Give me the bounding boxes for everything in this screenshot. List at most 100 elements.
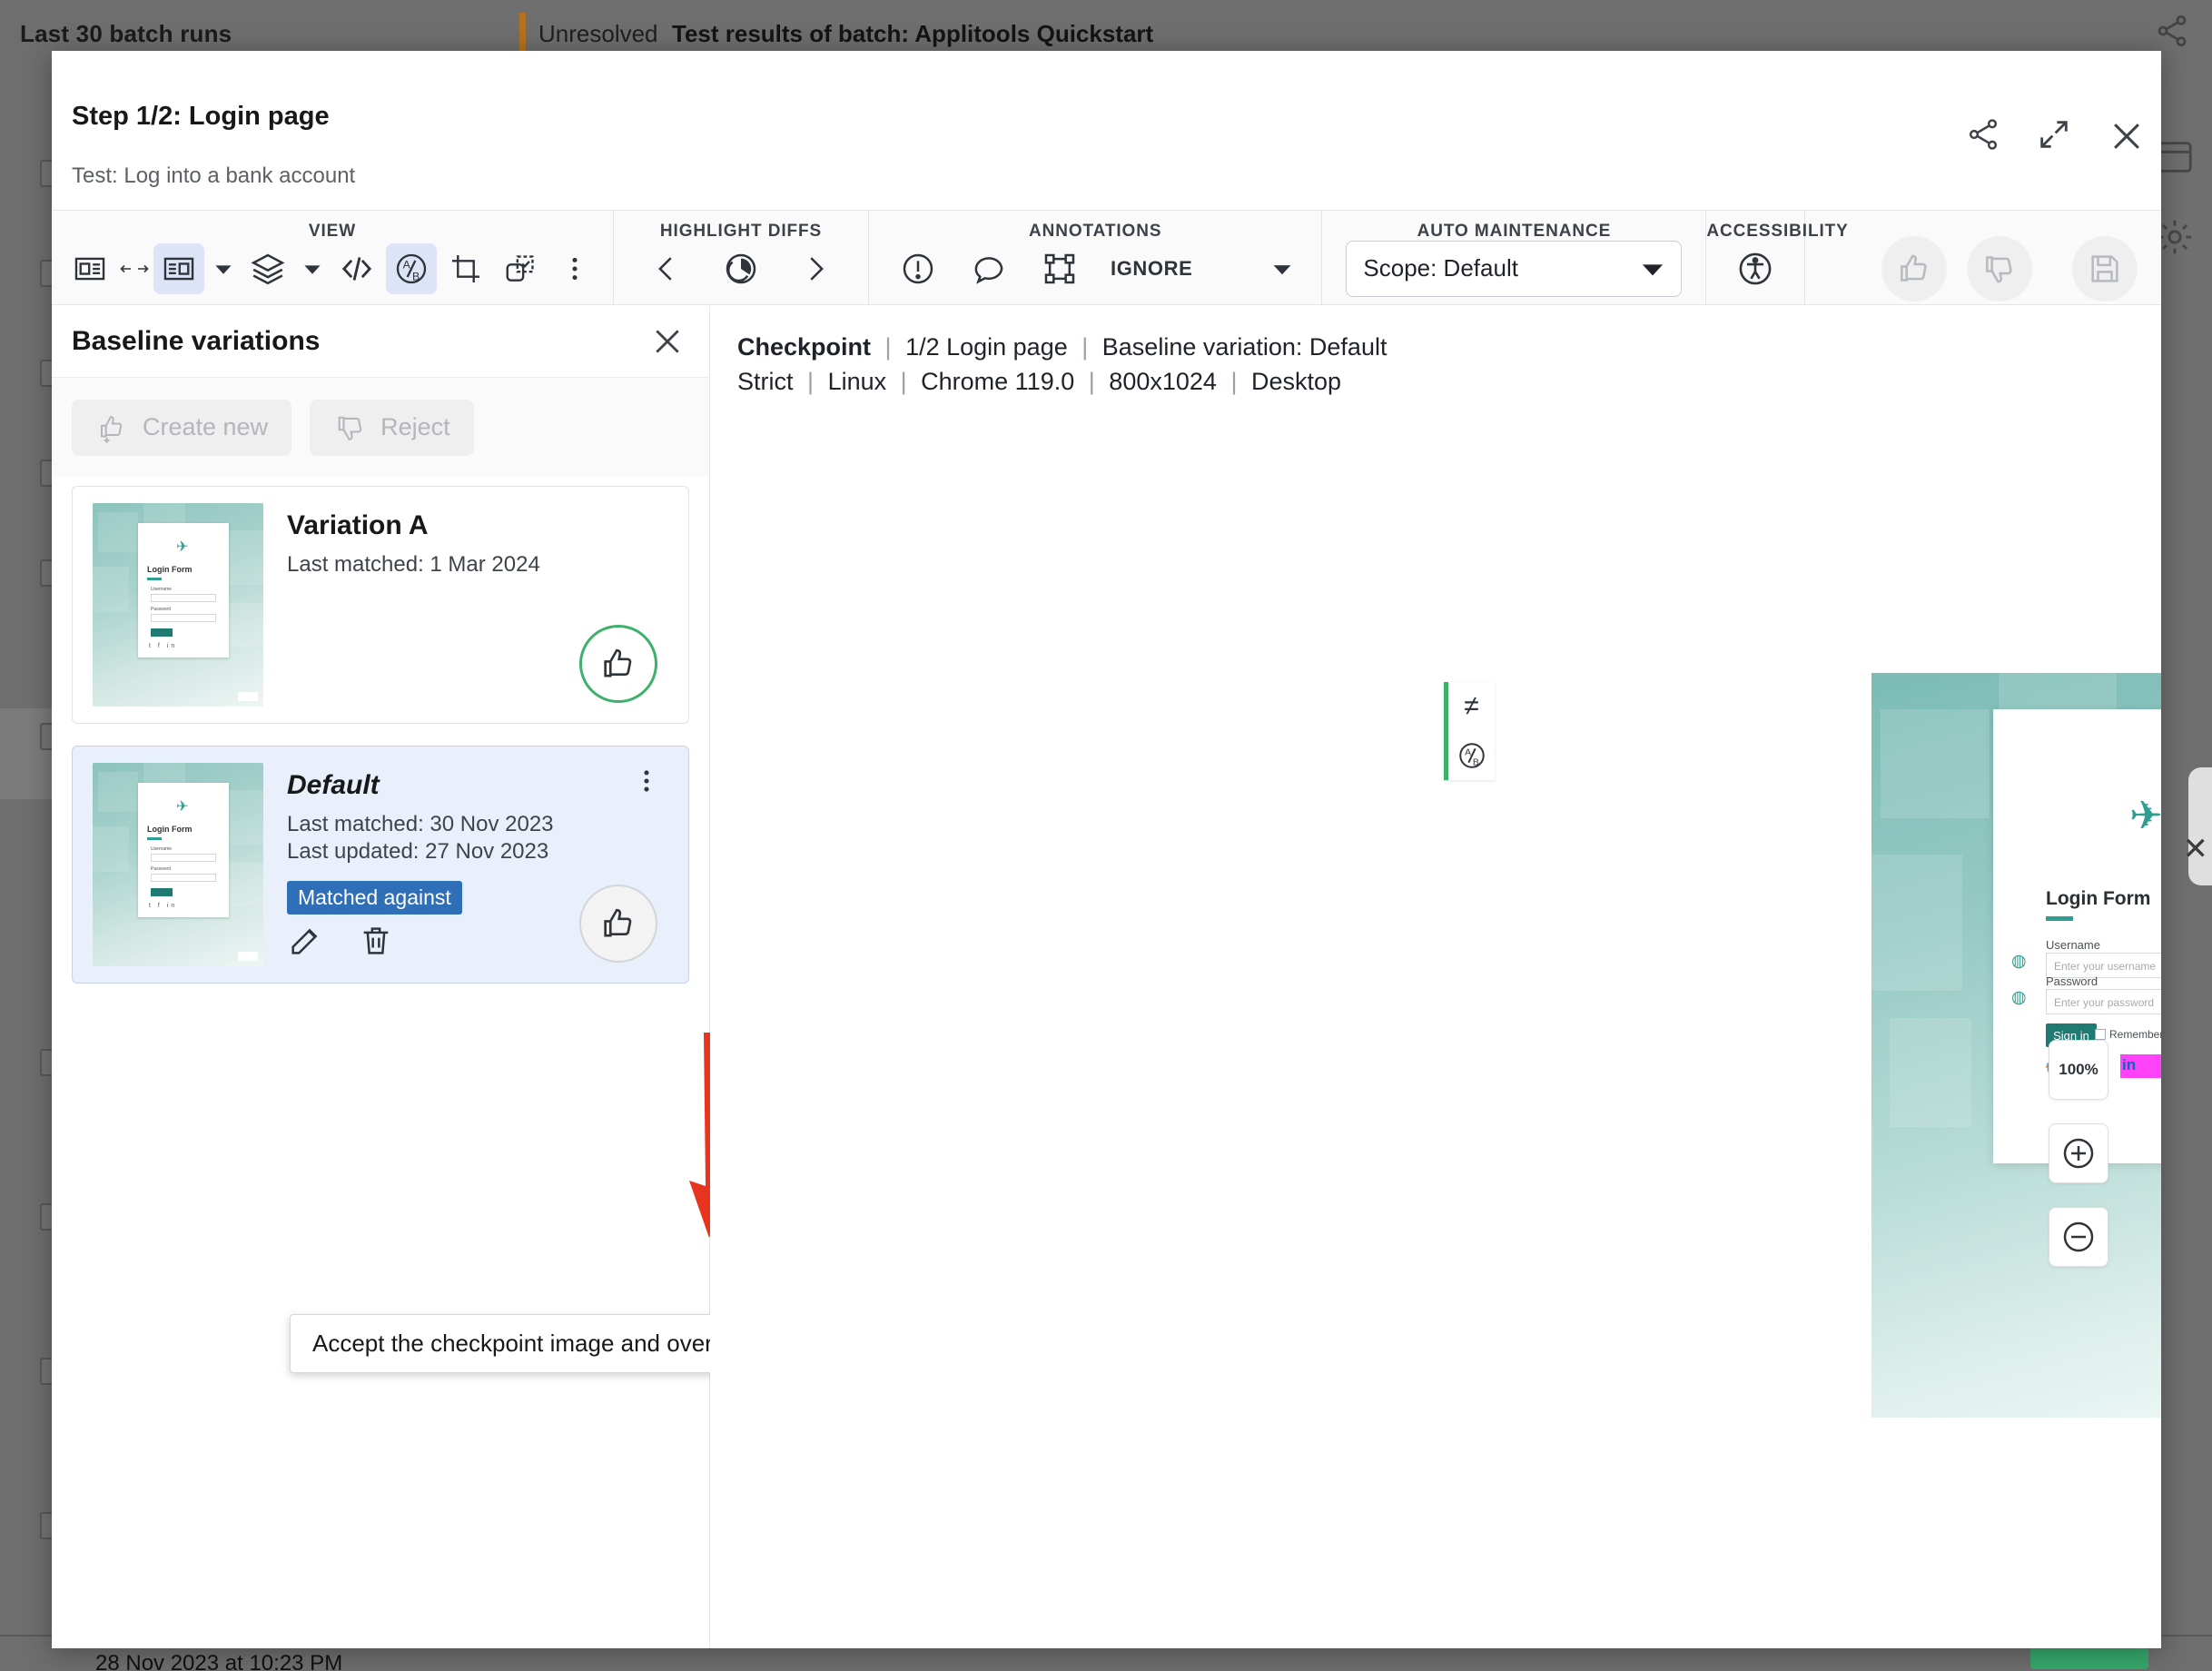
modal-body: Baseline variations Create new bbox=[52, 306, 2161, 1648]
checkpoint-breadcrumb: Checkpoint | 1/2 Login page | Baseline v… bbox=[710, 306, 2161, 400]
toolbar-group-auto-maintenance-label: AUTO MAINTENANCE bbox=[1322, 222, 1705, 242]
thumbs-down-icon[interactable] bbox=[1967, 236, 2032, 302]
brand-logo-icon: ✈ bbox=[176, 538, 188, 556]
baseline-variation-list: ✈ Login Form Username Password t f in bbox=[52, 477, 709, 984]
image-toolbar: VIEW bbox=[52, 210, 2161, 305]
side-by-side-compare-icon[interactable] bbox=[64, 243, 115, 294]
right-drawer-handle[interactable] bbox=[2188, 767, 2212, 885]
breadcrumb-separator: | bbox=[885, 333, 892, 361]
diff-indicator-badge[interactable]: ≠ A B bbox=[1444, 682, 1495, 780]
share-icon[interactable] bbox=[2154, 13, 2190, 49]
checkpoint-breadcrumb-line2: Strict | Linux | Chrome 119.0 | 800x1024… bbox=[737, 364, 2161, 399]
chevron-right-icon[interactable] bbox=[790, 243, 841, 294]
exclamation-circle-icon[interactable] bbox=[893, 243, 943, 294]
sidebar-action-bar: Create new Reject bbox=[52, 377, 709, 477]
edit-pencil-icon[interactable] bbox=[287, 923, 323, 959]
fit-to-screen-label: 100% bbox=[2059, 1061, 2098, 1079]
toolbar-group-annotations-label: ANNOTATIONS bbox=[869, 222, 1321, 242]
breadcrumb-separator: | bbox=[1230, 368, 1237, 395]
batch-results-name: Applitools Quickstart bbox=[914, 20, 1153, 47]
checkpoint-breadcrumb-line1: Checkpoint | 1/2 Login page | Baseline v… bbox=[737, 330, 2161, 364]
accept-variation-button[interactable] bbox=[579, 625, 657, 703]
ab-compare-icon[interactable]: A B bbox=[386, 243, 437, 294]
variation-card[interactable]: ✈ Login Form Username Password t f in bbox=[72, 486, 689, 724]
create-new-variation-button[interactable]: Create new bbox=[72, 400, 291, 456]
toolbar-group-view: VIEW bbox=[52, 211, 614, 304]
remember-me-label: Remember Me bbox=[2109, 1028, 2161, 1041]
save-icon[interactable] bbox=[2072, 236, 2138, 302]
variation-info: Variation A Last matched: 1 Mar 2024 bbox=[263, 487, 688, 723]
diff-cycle-icon[interactable] bbox=[716, 243, 766, 294]
dom-code-icon[interactable] bbox=[331, 243, 382, 294]
variation-more-options-icon[interactable] bbox=[632, 766, 661, 796]
checkpoint-baseline-variation: Baseline variation: Default bbox=[1102, 333, 1387, 361]
thumbs-up-icon[interactable] bbox=[1881, 236, 1947, 302]
viewport-size: 800x1024 bbox=[1109, 368, 1217, 395]
reject-variation-button[interactable]: Reject bbox=[310, 400, 474, 456]
swap-direction-icon bbox=[119, 257, 150, 281]
toolbar-group-accessibility: ACCESSIBILITY bbox=[1706, 211, 1805, 304]
toolbar-right-actions bbox=[1849, 232, 2161, 304]
unresolved-status-label: Unresolved bbox=[538, 20, 658, 48]
variation-thumbnail: ✈ Login Form Username Password t f in bbox=[93, 503, 263, 707]
more-options-icon[interactable] bbox=[549, 243, 600, 294]
linkedin-icon[interactable]: in bbox=[2122, 1056, 2136, 1074]
close-icon[interactable] bbox=[2107, 116, 2143, 153]
user-circle-icon: ◍ bbox=[2011, 951, 2027, 972]
unresolved-status-bar bbox=[519, 13, 526, 51]
toolbar-group-annotations: ANNOTATIONS bbox=[869, 211, 1322, 304]
close-icon[interactable] bbox=[649, 323, 686, 360]
single-image-view-icon[interactable] bbox=[153, 243, 204, 294]
sidebar-header: Baseline variations bbox=[52, 306, 709, 377]
accessibility-icon[interactable] bbox=[1730, 243, 1781, 294]
mini-login-title: Login Form bbox=[147, 565, 193, 574]
breadcrumb-separator: | bbox=[1081, 333, 1088, 361]
svg-text:B: B bbox=[412, 270, 420, 282]
password-input[interactable]: Enter your password bbox=[2046, 989, 2161, 1014]
share-icon[interactable] bbox=[1965, 116, 2001, 153]
layers-caret-icon[interactable] bbox=[297, 243, 328, 294]
comment-bubble-icon[interactable] bbox=[963, 243, 1014, 294]
region-select-icon[interactable] bbox=[495, 243, 546, 294]
variation-last-matched: Last matched: 30 Nov 2023 bbox=[287, 812, 688, 837]
delete-trash-icon[interactable] bbox=[358, 923, 394, 959]
right-drawer-close-icon[interactable]: ✕ bbox=[2183, 831, 2209, 867]
remember-me-checkbox[interactable] bbox=[2095, 1029, 2106, 1040]
zoom-in-button[interactable] bbox=[2049, 1123, 2108, 1183]
match-level: Strict bbox=[737, 368, 794, 395]
ignore-annotation-label: IGNORE bbox=[1111, 257, 1192, 281]
variation-thumbnail-login-card: ✈ Login Form Username Password t f in bbox=[138, 783, 229, 917]
toolbar-group-auto-maintenance: AUTO MAINTENANCE Scope: Default bbox=[1322, 211, 1706, 304]
last-30-batch-runs-title: Last 30 batch runs bbox=[20, 20, 232, 48]
variation-name: Default bbox=[287, 770, 688, 801]
svg-text:A: A bbox=[403, 258, 411, 271]
background-timestamp: 28 Nov 2023 at 10:23 PM bbox=[95, 1651, 342, 1671]
layers-icon[interactable] bbox=[242, 243, 293, 294]
variation-last-matched: Last matched: 1 Mar 2024 bbox=[287, 552, 688, 578]
chevron-down-icon[interactable] bbox=[1267, 243, 1298, 294]
brand-logo-icon: ✈ bbox=[2129, 793, 2161, 839]
os-name: Linux bbox=[828, 368, 887, 395]
variation-card[interactable]: ✈ Login Form Username Password t f in bbox=[72, 746, 689, 984]
toolbar-group-highlight-diffs: HIGHLIGHT DIFFS bbox=[614, 211, 869, 304]
fit-to-screen-button[interactable]: 100% bbox=[2049, 1040, 2108, 1100]
zoom-out-button[interactable] bbox=[2049, 1207, 2108, 1267]
variation-thumbnail: ✈ Login Form Username Password t f in bbox=[93, 763, 263, 966]
scope-select[interactable]: Scope: Default bbox=[1346, 241, 1682, 297]
region-box-icon[interactable] bbox=[1034, 243, 1085, 294]
accept-variation-button[interactable] bbox=[579, 885, 657, 963]
crop-icon[interactable] bbox=[440, 243, 491, 294]
svg-text:B: B bbox=[1472, 757, 1478, 767]
modal-header: Step 1/2: Login page Test: Log into a ba… bbox=[52, 51, 2161, 178]
variation-edit-actions bbox=[287, 923, 394, 959]
expand-icon[interactable] bbox=[2036, 116, 2072, 153]
chevron-down-icon bbox=[1641, 257, 1664, 281]
chevron-left-icon[interactable] bbox=[641, 243, 692, 294]
batch-results-title: Test results of batch: Applitools Quicks… bbox=[672, 20, 1153, 48]
login-form-title: Login Form bbox=[2046, 888, 2150, 910]
scope-select-value: Scope: Default bbox=[1363, 254, 1518, 282]
view-mode-caret-icon[interactable] bbox=[208, 243, 239, 294]
create-new-variation-label: Create new bbox=[143, 413, 268, 441]
checkpoint-screenshot[interactable]: ✈ Login Form Username ◍ Enter your usern… bbox=[1871, 673, 2161, 1418]
variation-thumbnail-login-card: ✈ Login Form Username Password t f in bbox=[138, 523, 229, 658]
